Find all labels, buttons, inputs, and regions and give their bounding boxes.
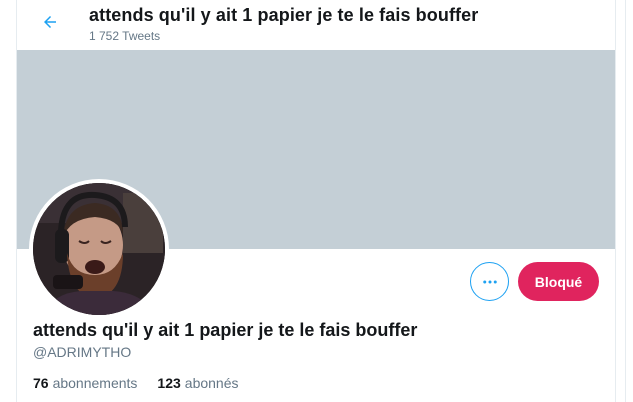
following-label: abonnements [52, 375, 138, 391]
header-title: attends qu'il y ait 1 papier je te le fa… [89, 5, 479, 25]
profile-header: attends qu'il y ait 1 papier je te le fa… [17, 0, 615, 50]
profile-page: attends qu'il y ait 1 papier je te le fa… [0, 0, 633, 402]
more-dots-icon [482, 280, 497, 283]
followers-link[interactable]: 123 abonnés [157, 375, 238, 391]
avatar-image [33, 183, 165, 315]
following-link[interactable]: 76 abonnements [33, 375, 137, 391]
tweet-count: 1 752 Tweets [89, 29, 161, 43]
more-options-button[interactable] [470, 262, 509, 301]
blocked-button[interactable]: Bloqué [518, 262, 599, 301]
back-button[interactable] [37, 9, 63, 35]
avatar[interactable] [29, 179, 169, 319]
following-count: 76 [33, 375, 49, 391]
follow-stats: 76 abonnements 123 abonnés [33, 375, 239, 391]
display-name: attends qu'il y ait 1 papier je te le fa… [33, 320, 418, 340]
followers-label: abonnés [184, 375, 239, 391]
followers-count: 123 [157, 375, 181, 391]
user-handle: @ADRIMYTHO [33, 344, 132, 360]
sidebar-edge [625, 0, 633, 402]
arrow-left-icon [44, 16, 56, 28]
